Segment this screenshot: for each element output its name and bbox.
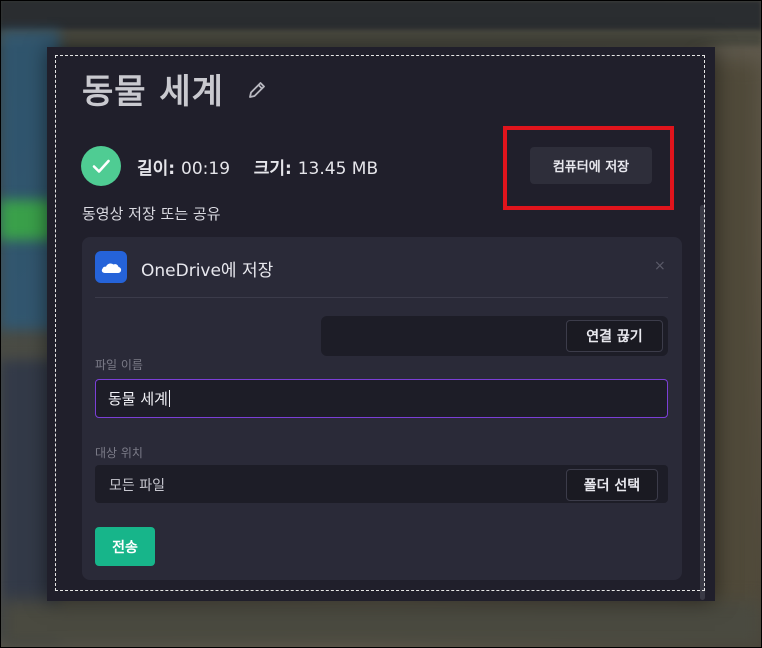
destination-label: 대상 위치 [95, 446, 143, 460]
size-value: 13.45 MB [297, 159, 379, 179]
disconnect-button[interactable]: 연결 끊기 [566, 320, 663, 352]
send-button[interactable]: 전송 [95, 527, 155, 566]
duration-label: 길이: [137, 159, 176, 179]
onedrive-title: OneDrive에 저장 [141, 261, 274, 281]
video-metadata: 길이: 00:19 크기: 13.45 MB [137, 154, 378, 179]
background-strip [0, 30, 762, 46]
background-toolbar [0, 0, 762, 32]
save-or-share-heading: 동영상 저장 또는 공유 [82, 205, 221, 223]
filename-label: 파일 이름 [95, 358, 143, 372]
filename-value: 동물 세계 [108, 390, 168, 408]
duration-value: 00:19 [181, 159, 231, 179]
choose-folder-button[interactable]: 폴더 선택 [566, 469, 658, 501]
destination-value: 모든 파일 [109, 478, 165, 494]
onedrive-cloud-icon [95, 251, 127, 283]
close-icon[interactable]: × [654, 258, 666, 274]
card-divider [95, 297, 668, 298]
size-label: 크기: [253, 159, 292, 179]
filename-input[interactable]: 동물 세계 [95, 379, 668, 418]
video-title: 동물 세계 [82, 72, 224, 112]
save-to-computer-button[interactable]: 컴퓨터에 저장 [530, 147, 652, 184]
background-footer [0, 600, 762, 648]
text-caret [168, 390, 170, 407]
checkmark-icon [81, 146, 121, 186]
pencil-icon[interactable] [246, 79, 268, 101]
scrollbar[interactable] [700, 205, 705, 600]
